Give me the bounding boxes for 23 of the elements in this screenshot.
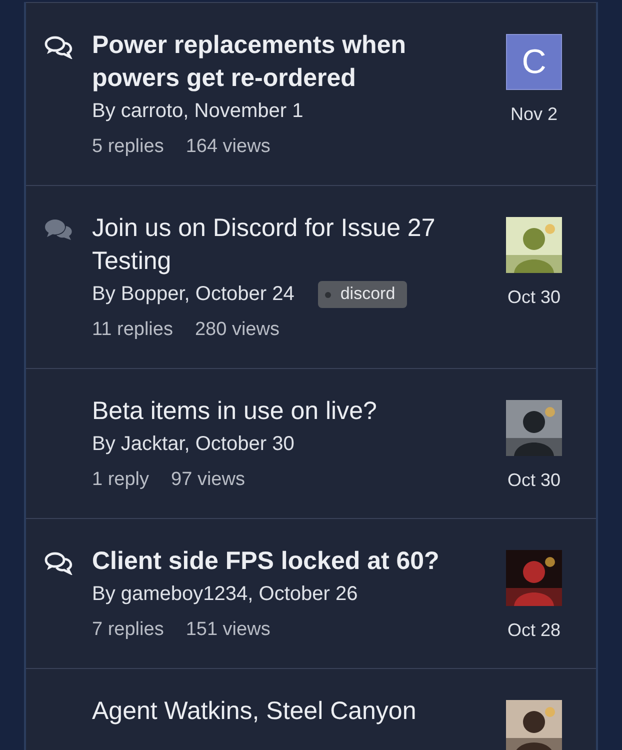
avatar[interactable]: C — [506, 34, 562, 90]
reply-count: 11 replies — [92, 318, 173, 342]
reply-count: 5 replies — [92, 135, 164, 159]
topic-title[interactable]: Power replacements when powers get re-ordered — [92, 29, 486, 95]
view-count: 97 views — [171, 468, 245, 492]
topic-title[interactable]: Client side FPS locked at 60? — [92, 545, 486, 578]
author-byline: By gameboy1234, October 26 — [92, 583, 358, 606]
view-count: 151 views — [186, 618, 270, 642]
author-byline: By Jacktar, October 30 — [92, 433, 294, 456]
topic-title[interactable]: Beta items in use on live? — [92, 395, 486, 428]
view-count: 164 views — [186, 135, 270, 159]
reply-count: 7 replies — [92, 618, 164, 642]
tag-label[interactable]: discord — [318, 281, 408, 308]
topic-title[interactable]: Join us on Discord for Issue 27 Testing — [92, 212, 486, 278]
author-byline: By carroto, November 1 — [92, 100, 304, 123]
topic-title[interactable]: Agent Watkins, Steel Canyon — [92, 695, 486, 728]
view-count: 280 views — [194, 318, 280, 342]
last-post-date: Oct 30 — [507, 287, 561, 308]
author-byline: By Bopper, October 24 — [92, 283, 294, 306]
last-post-date: Nov 2 — [510, 104, 558, 125]
reply-count: 1 reply — [92, 468, 150, 492]
last-post-date: Oct 30 — [507, 470, 561, 491]
last-post-date: Oct 28 — [507, 620, 561, 641]
